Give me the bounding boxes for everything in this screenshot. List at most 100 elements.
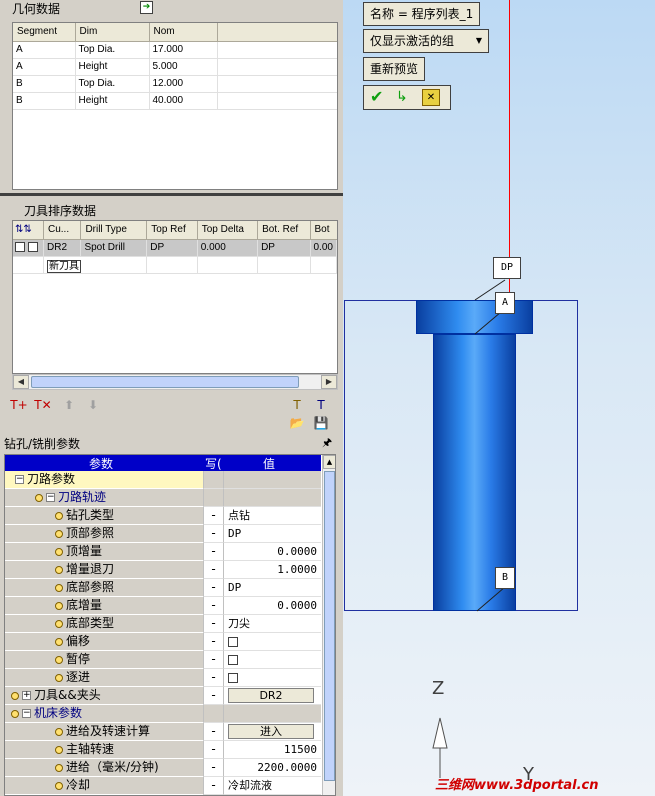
param-row[interactable]: 暂停 -: [5, 651, 321, 669]
param-row[interactable]: 逐进 -: [5, 669, 321, 687]
param-value-button[interactable]: 进入: [228, 724, 314, 739]
splitter[interactable]: [0, 193, 343, 196]
param-row[interactable]: 底增量 -0.0000: [5, 597, 321, 615]
col-bot-ref[interactable]: Bot. Ref: [257, 221, 311, 240]
sort-icons[interactable]: ⇅⇅: [13, 221, 44, 240]
param-value[interactable]: [223, 669, 321, 687]
expand-icon[interactable]: +: [22, 691, 31, 700]
vertical-scrollbar[interactable]: ▲: [322, 455, 335, 795]
col-segment[interactable]: Segment: [13, 23, 76, 42]
param-value[interactable]: [223, 651, 321, 669]
checkbox[interactable]: [15, 242, 25, 253]
param-row[interactable]: − 机床参数: [5, 705, 321, 723]
col-bot[interactable]: Bot: [310, 221, 337, 240]
param-label: 刀路参数: [27, 472, 76, 486]
cell-nom[interactable]: 40.000: [149, 92, 218, 110]
param-node-icon: [11, 691, 19, 700]
param-row[interactable]: 主轴转速 -11500: [5, 741, 321, 759]
table-row[interactable]: DR2 Spot Drill DP 0.000 DP 0.00: [13, 239, 337, 257]
scroll-left-icon[interactable]: ◀: [13, 375, 29, 389]
param-label: 进给（毫米/分钟): [66, 760, 159, 774]
col-top-ref[interactable]: Top Ref: [146, 221, 198, 240]
col-value[interactable]: 值: [263, 455, 275, 472]
col-write[interactable]: 写(: [205, 455, 222, 472]
param-row[interactable]: 顶部参照 - DP: [5, 525, 321, 543]
checkbox[interactable]: [228, 673, 238, 683]
collapse-icon[interactable]: −: [22, 709, 31, 718]
open-library-icon[interactable]: T📂: [288, 396, 306, 430]
scroll-up-icon[interactable]: ▲: [323, 455, 335, 469]
param-value[interactable]: 1.0000: [223, 561, 321, 579]
cell-nom[interactable]: 5.000: [149, 58, 218, 76]
param-value[interactable]: 2200.0000: [223, 759, 321, 777]
checkbox[interactable]: [28, 242, 38, 253]
param-value[interactable]: DP: [223, 525, 321, 543]
param-value[interactable]: [223, 705, 321, 723]
param-value[interactable]: 刀尖: [223, 615, 321, 633]
table-row[interactable]: A Top Dia. 17.000: [13, 41, 337, 59]
left-panel: 几何数据 ➔ Segment Dim Nom A Top Dia. 17.000 A H…: [0, 0, 343, 796]
collapse-icon[interactable]: −: [46, 493, 55, 502]
param-value[interactable]: [223, 471, 321, 489]
param-row[interactable]: 进给（毫米/分钟) -2200.0000: [5, 759, 321, 777]
param-value[interactable]: 点钻: [223, 507, 321, 525]
param-row[interactable]: 进给及转速计算 - 进入: [5, 723, 321, 741]
save-library-icon[interactable]: T💾: [312, 396, 330, 430]
col-cu[interactable]: Cu...: [43, 221, 82, 240]
param-value[interactable]: 进入: [223, 723, 321, 741]
col-drill-type[interactable]: Drill Type: [80, 221, 148, 240]
parameter-grid: 参数 写( 值 − 刀路参数 − 刀路轨迹 钻孔类型 - 点钻 顶部参照 - DP 顶增量 -0.00…: [4, 454, 336, 796]
delete-tool-icon[interactable]: T✕: [34, 396, 52, 414]
tag-dp[interactable]: DP: [493, 257, 521, 279]
param-value[interactable]: DP: [223, 579, 321, 597]
param-row[interactable]: 偏移 -: [5, 633, 321, 651]
param-row[interactable]: 底部参照 - DP: [5, 579, 321, 597]
param-row[interactable]: + 刀具&&夹头 - DR2: [5, 687, 321, 705]
table-row[interactable]: B Top Dia. 12.000: [13, 75, 337, 93]
param-row[interactable]: − 刀路轨迹: [5, 489, 321, 507]
collapse-icon[interactable]: −: [15, 475, 24, 484]
table-row[interactable]: 新刀具: [13, 256, 337, 274]
param-value[interactable]: 0.0000: [223, 597, 321, 615]
table-row[interactable]: B Height 40.000: [13, 92, 337, 110]
col-nom[interactable]: Nom: [149, 23, 218, 42]
cell-dim: Top Dia.: [75, 41, 150, 59]
param-row[interactable]: 顶增量 -0.0000: [5, 543, 321, 561]
scroll-right-icon[interactable]: ▶: [321, 375, 337, 389]
col-dim[interactable]: Dim: [75, 23, 150, 42]
param-write-flag: -: [203, 597, 223, 615]
param-row[interactable]: 底部类型 - 刀尖: [5, 615, 321, 633]
pin-icon[interactable]: 🖈: [322, 434, 332, 453]
cell-nom[interactable]: 17.000: [149, 41, 218, 59]
move-down-icon[interactable]: ⬇: [84, 396, 102, 414]
scroll-thumb[interactable]: [31, 376, 299, 388]
tag-b[interactable]: B: [495, 567, 515, 589]
col-param[interactable]: 参数: [89, 455, 113, 472]
param-row[interactable]: − 刀路参数: [5, 471, 321, 489]
export-icon[interactable]: ➔: [140, 1, 153, 14]
param-value[interactable]: [223, 489, 321, 507]
add-tool-icon[interactable]: T+: [10, 396, 28, 414]
checkbox[interactable]: [228, 637, 238, 647]
param-value[interactable]: 冷却流液: [223, 777, 321, 795]
param-value[interactable]: 0.0000: [223, 543, 321, 561]
param-row[interactable]: 冷却 - 冷却流液: [5, 777, 321, 795]
param-row[interactable]: 钻孔类型 - 点钻: [5, 507, 321, 525]
param-row[interactable]: 增量退刀 -1.0000: [5, 561, 321, 579]
graphics-view[interactable]: 名称 = 程序列表_1 仅显示激活的组 ▼ 重新预览 ✔ ↳ ✕ DP A B …: [343, 0, 655, 796]
bulb-icon: [55, 655, 63, 664]
param-value[interactable]: [223, 633, 321, 651]
param-value[interactable]: 11500: [223, 741, 321, 759]
cell-dim: Height: [75, 58, 150, 76]
move-up-icon[interactable]: ⬆: [60, 396, 78, 414]
table-row[interactable]: A Height 5.000: [13, 58, 337, 76]
cell-nom[interactable]: 12.000: [149, 75, 218, 93]
param-value-button[interactable]: DR2: [228, 688, 314, 703]
new-tool-cell[interactable]: 新刀具: [47, 260, 81, 272]
checkbox[interactable]: [228, 655, 238, 665]
param-value[interactable]: DR2: [223, 687, 321, 705]
col-top-delta[interactable]: Top Delta: [197, 221, 259, 240]
tag-a[interactable]: A: [495, 292, 515, 314]
horizontal-scrollbar[interactable]: ◀ ▶: [12, 374, 338, 390]
scroll-thumb[interactable]: [324, 471, 335, 781]
